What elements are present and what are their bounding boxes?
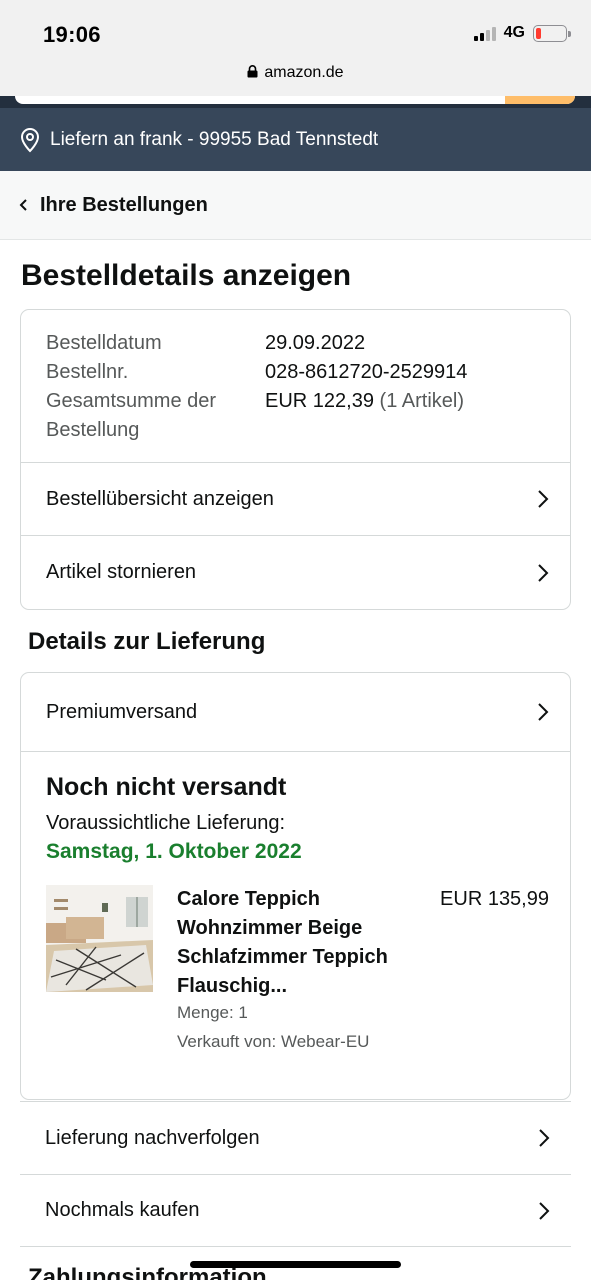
back-to-orders-link[interactable]: Ihre Bestellungen [0, 171, 591, 240]
eta-date: Samstag, 1. Oktober 2022 [46, 840, 302, 863]
chevron-right-icon [539, 1129, 550, 1147]
status-icons: 4G [473, 24, 571, 42]
order-date-label: Bestelldatum [46, 332, 162, 354]
chevron-right-icon [538, 563, 549, 582]
product-seller: Verkauft von: Webear-EU [177, 1032, 370, 1051]
rug-thumbnail-icon [46, 885, 153, 992]
order-summary-card: Bestelldatum 29.09.2022 Bestellnr. 028-8… [20, 309, 571, 610]
delivery-card: Premiumversand Noch nicht versandt Vorau… [20, 672, 571, 1100]
buy-again-row[interactable]: Nochmals kaufen [20, 1174, 571, 1247]
eta-label: Voraussichtliche Lieferung: [46, 812, 286, 834]
chevron-left-icon [19, 199, 27, 211]
shipping-method-label: Premiumversand [46, 700, 198, 723]
chevron-right-icon [538, 490, 549, 508]
battery-icon [533, 24, 571, 42]
order-number-label: Bestellnr. [46, 361, 129, 383]
browser-url-bar[interactable]: amazon.de [0, 56, 591, 96]
network-type: 4G [503, 24, 525, 41]
home-indicator[interactable] [190, 1261, 401, 1268]
back-label: Ihre Bestellungen [40, 193, 208, 216]
page-title: Bestelldetails anzeigen [21, 259, 352, 292]
location-text: Liefern an frank - 99955 Bad Tennstedt [50, 128, 379, 150]
delivery-section-title: Details zur Lieferung [28, 628, 266, 655]
order-total-label-2: Bestellung [46, 419, 140, 441]
order-total-value: EUR 122,39 (1 Artikel) [265, 387, 464, 416]
status-time: 19:06 [43, 22, 101, 47]
shipping-method-row[interactable]: Premiumversand [21, 673, 570, 752]
track-delivery-row[interactable]: Lieferung nachverfolgen [20, 1101, 571, 1174]
cancel-item-label: Artikel stornieren [46, 561, 197, 583]
lock-icon [247, 65, 258, 78]
location-pin-icon [20, 127, 40, 152]
chevron-right-icon [539, 1201, 550, 1220]
order-total-amount: EUR 122,39 [265, 390, 374, 412]
buy-again-label: Nochmals kaufen [45, 1199, 200, 1221]
order-total-label: Gesamtsumme der [46, 390, 217, 412]
product-price: EUR 135,99 [440, 888, 549, 910]
cellular-signal-icon [473, 25, 496, 41]
url-display[interactable]: amazon.de [0, 64, 591, 82]
view-order-summary-row[interactable]: Bestellübersicht anzeigen [21, 463, 570, 536]
order-info: Bestelldatum 29.09.2022 Bestellnr. 028-8… [21, 310, 570, 463]
order-number-value: 028-8612720-2529914 [265, 361, 468, 383]
status-bar: 19:06 4G [0, 0, 591, 56]
order-item-count: (1 Artikel) [379, 390, 464, 412]
shipment-status: Noch nicht versandt [46, 773, 287, 801]
view-order-summary-label: Bestellübersicht anzeigen [46, 487, 274, 510]
search-button[interactable] [505, 96, 575, 104]
order-date-value: 29.09.2022 [265, 332, 366, 354]
search-input[interactable] [15, 96, 575, 104]
track-delivery-label: Lieferung nachverfolgen [45, 1126, 260, 1149]
product-quantity: Menge: 1 [177, 1003, 248, 1022]
chevron-right-icon [538, 703, 549, 721]
cancel-item-row[interactable]: Artikel stornieren [21, 536, 570, 609]
url-text: amazon.de [264, 64, 344, 81]
product-image[interactable] [46, 885, 153, 992]
delivery-location-bar[interactable]: Liefern an frank - 99955 Bad Tennstedt [0, 108, 591, 171]
product-title-link[interactable]: Calore Teppich Wohnzimmer Beige Schlafzi… [177, 885, 417, 1001]
